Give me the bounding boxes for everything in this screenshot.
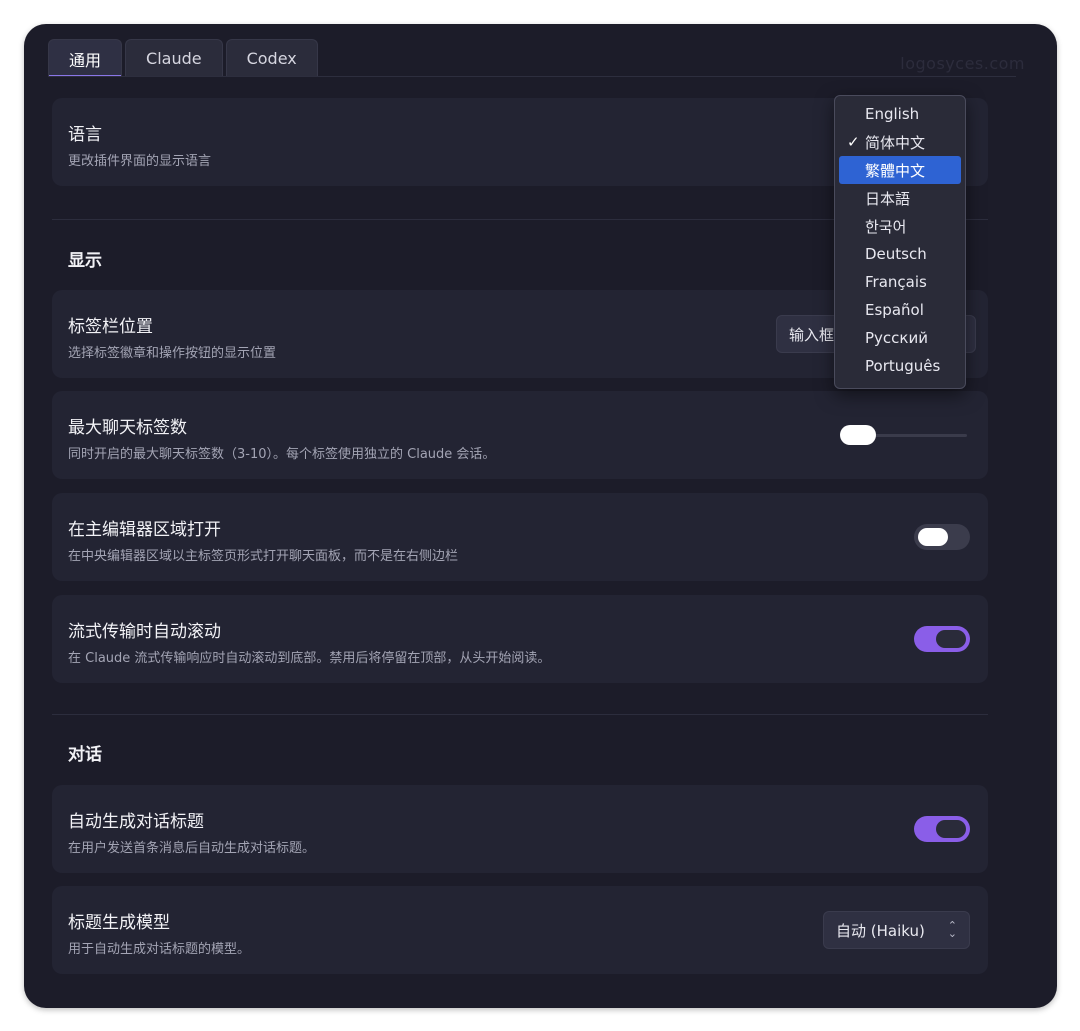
setting-title: 流式传输时自动滚动 (68, 622, 221, 642)
section-title-conversation: 对话 (68, 745, 102, 765)
language-option[interactable]: Español (839, 296, 961, 324)
watermark: logosyces.com (900, 54, 1025, 73)
setting-title: 最大聊天标签数 (68, 418, 187, 438)
setting-title: 标签栏位置 (68, 317, 153, 337)
tab-codex[interactable]: Codex (225, 39, 318, 77)
setting-max-tabs: 最大聊天标签数 同时开启的最大聊天标签数（3-10）。每个标签使用独立的 Cla… (52, 391, 988, 479)
toggle-knob (936, 630, 966, 648)
toggle-knob (936, 820, 966, 838)
setting-title: 自动生成对话标题 (68, 812, 204, 832)
tab-general[interactable]: 通用 (48, 39, 123, 77)
setting-auto-scroll: 流式传输时自动滚动 在 Claude 流式传输响应时自动滚动到底部。禁用后将停留… (52, 595, 988, 683)
language-option[interactable]: 繁體中文 (839, 156, 961, 184)
setting-title-model: 标题生成模型 用于自动生成对话标题的模型。 自动 (Haiku) ⌃ ⌄ (52, 886, 988, 974)
language-option[interactable]: Français (839, 268, 961, 296)
max-tabs-slider-thumb[interactable] (840, 425, 876, 445)
settings-tabs: 通用 Claude Codex (48, 39, 318, 77)
section-divider (52, 714, 988, 715)
setting-description: 在 Claude 流式传输响应时自动滚动到底部。禁用后将停留在顶部，从头开始阅读… (68, 651, 551, 666)
language-option[interactable]: ✓ 简体中文 (839, 128, 961, 156)
setting-auto-title: 自动生成对话标题 在用户发送首条消息后自动生成对话标题。 (52, 785, 988, 873)
language-option[interactable]: 한국어 (839, 212, 961, 240)
auto-scroll-toggle[interactable] (914, 626, 970, 652)
language-option[interactable]: English (839, 100, 961, 128)
select-value: 自动 (Haiku) (836, 921, 925, 940)
checkmark-icon: ✓ (847, 133, 860, 151)
tab-underline (48, 76, 1016, 77)
language-option[interactable]: Português (839, 352, 961, 380)
setting-description: 更改插件界面的显示语言 (68, 154, 212, 169)
title-model-select[interactable]: 自动 (Haiku) ⌃ ⌄ (823, 911, 970, 949)
setting-description: 同时开启的最大聊天标签数（3-10）。每个标签使用独立的 Claude 会话。 (68, 447, 496, 462)
auto-title-toggle[interactable] (914, 816, 970, 842)
setting-title: 在主编辑器区域打开 (68, 520, 221, 540)
open-main-editor-toggle[interactable] (914, 524, 970, 550)
select-value: 输入框 (789, 325, 835, 344)
setting-description: 在用户发送首条消息后自动生成对话标题。 (68, 841, 316, 856)
setting-description: 选择标签徽章和操作按钮的显示位置 (68, 346, 277, 361)
section-title-display: 显示 (68, 251, 102, 271)
language-option[interactable]: 日本語 (839, 184, 961, 212)
toggle-knob (918, 528, 948, 546)
language-option[interactable]: Deutsch (839, 240, 961, 268)
setting-open-main-editor: 在主编辑器区域打开 在中央编辑器区域以主标签页形式打开聊天面板，而不是在右侧边栏 (52, 493, 988, 581)
chevron-up-down-icon: ⌃ ⌄ (947, 919, 957, 940)
setting-description: 用于自动生成对话标题的模型。 (68, 942, 251, 957)
setting-title: 标题生成模型 (68, 913, 170, 933)
setting-description: 在中央编辑器区域以主标签页形式打开聊天面板，而不是在右侧边栏 (68, 549, 459, 564)
setting-title: 语言 (68, 125, 102, 145)
tab-claude[interactable]: Claude (125, 39, 223, 77)
language-dropdown-menu: English ✓ 简体中文 繁體中文 日本語 한국어 Deutsch Franç… (834, 95, 966, 389)
language-option[interactable]: Русский (839, 324, 961, 352)
